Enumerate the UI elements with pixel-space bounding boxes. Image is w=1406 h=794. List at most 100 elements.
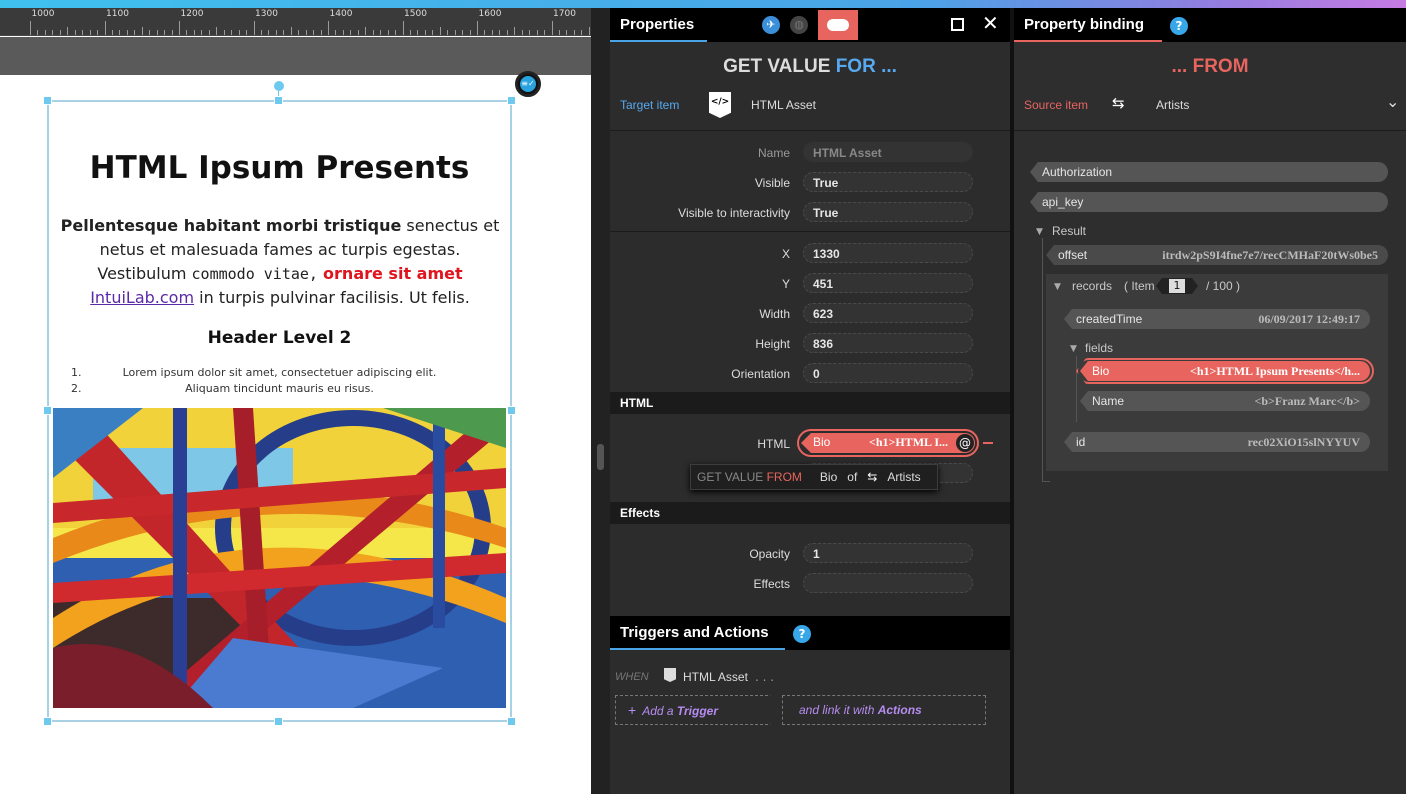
ruler-tick xyxy=(126,30,128,35)
rotation-handle[interactable] xyxy=(274,81,284,91)
y-field[interactable]: 451 xyxy=(803,273,973,293)
target-item-value[interactable]: HTML Asset xyxy=(751,98,816,112)
visible-interactivity-field[interactable]: True xyxy=(803,202,973,222)
binding-badge-icon[interactable]: ≡✓ xyxy=(515,71,541,97)
ruler-tick xyxy=(335,30,337,35)
tab-underline xyxy=(1014,40,1162,42)
tooltip-from: FROM xyxy=(766,470,802,484)
ruler-tick xyxy=(201,30,203,35)
html-label: HTML xyxy=(757,437,790,451)
ruler-tick xyxy=(216,27,218,35)
binding-item-createdtime[interactable]: createdTime 06/09/2017 12:49:17 xyxy=(1064,309,1370,329)
ruler-tick xyxy=(305,30,307,35)
unbind-dash-icon[interactable] xyxy=(983,442,993,444)
ruler-tick xyxy=(566,30,568,35)
ruler-tick xyxy=(424,30,426,35)
orientation-field[interactable]: 0 xyxy=(803,363,973,383)
resize-handle-sw[interactable] xyxy=(43,717,52,726)
title-prefix: GET VALUE xyxy=(723,56,836,77)
binding-item-value: <b>Franz Marc</b> xyxy=(1254,394,1360,408)
doc-para-red: ornare sit amet xyxy=(323,264,463,283)
resize-handle-w[interactable] xyxy=(43,406,52,415)
ruler-tick xyxy=(193,30,195,35)
html5-icon xyxy=(664,668,676,682)
doc-link[interactable]: IntuiLab.com xyxy=(90,288,194,307)
ruler-tick xyxy=(30,21,31,35)
panel-splitter[interactable] xyxy=(591,8,610,794)
binding-mode-button[interactable] xyxy=(818,10,858,40)
collapse-result-icon[interactable]: ▼ xyxy=(1036,227,1043,237)
ruler-tick xyxy=(417,30,419,35)
tab-property-binding[interactable]: Property binding xyxy=(1014,8,1144,42)
collapse-fields-icon[interactable]: ▼ xyxy=(1070,344,1077,354)
ruler-tick xyxy=(156,30,158,35)
ruler-label: 1300 xyxy=(255,9,278,19)
triggers-tabbar: Triggers and Actions ? xyxy=(610,616,1010,650)
resize-handle-ne[interactable] xyxy=(507,96,516,105)
name-field[interactable]: HTML Asset xyxy=(803,142,973,162)
ruler-tick xyxy=(208,30,210,35)
resize-handle-n[interactable] xyxy=(274,96,283,105)
add-trigger-text: Add a xyxy=(642,704,677,718)
binding-item-key: Name xyxy=(1092,394,1125,408)
width-field[interactable]: 623 xyxy=(803,303,973,323)
ruler-tick xyxy=(551,21,553,35)
ruler-tick xyxy=(454,30,456,35)
ruler-label: 1400 xyxy=(329,9,353,19)
source-item-value[interactable]: Artists xyxy=(1156,98,1189,112)
horizontal-ruler[interactable]: 1000 1100 1200 1300 1400 1500 1600 1700 xyxy=(0,8,591,36)
ruler-tick xyxy=(231,30,233,35)
binding-item-name[interactable]: Name <b>Franz Marc</b> xyxy=(1080,391,1370,411)
resize-handle-e[interactable] xyxy=(507,406,516,415)
resize-handle-se[interactable] xyxy=(507,717,516,726)
ruler-tick xyxy=(536,30,538,35)
html-asset-frame[interactable]: HTML Ipsum Presents Pellentesque habitan… xyxy=(47,100,512,722)
x-field[interactable]: 1330 xyxy=(803,243,973,263)
add-trigger-button[interactable]: + Add a Trigger xyxy=(615,695,778,725)
binding-item-id[interactable]: id rec02XiO15slNYYUV xyxy=(1064,432,1370,452)
resize-handle-nw[interactable] xyxy=(43,96,52,105)
list-item: 2. Aliquam tincidunt mauris eu risus. xyxy=(49,382,510,395)
binding-item-value: itrdw2pS9I4fne7e7/recCMHaF20tWs0be5 xyxy=(1162,248,1378,262)
tab-properties[interactable]: Properties xyxy=(610,8,694,42)
height-field[interactable]: 836 xyxy=(803,333,973,353)
design-canvas[interactable]: 1000 1100 1200 1300 1400 1500 1600 1700 ≡✓ HTML… xyxy=(0,8,591,794)
ruler-tick xyxy=(82,30,84,35)
html-binding-chip[interactable]: Bio <h1>HTML I... @ xyxy=(797,429,979,457)
ruler-tick xyxy=(67,27,69,35)
opacity-field[interactable]: 1 xyxy=(803,543,973,563)
link-actions-button[interactable]: and link it with Actions xyxy=(782,695,986,725)
spiral-icon[interactable]: @ xyxy=(956,434,974,452)
chevron-down-icon[interactable]: ⌄ xyxy=(1386,92,1399,111)
visible-field[interactable]: True xyxy=(803,172,973,192)
ruler-tick xyxy=(342,30,344,35)
binding-item-api-key[interactable]: api_key xyxy=(1030,192,1388,212)
ruler-tick xyxy=(365,27,367,35)
ruler-tick xyxy=(558,30,560,35)
globe-icon[interactable]: ◍ xyxy=(790,16,808,34)
binding-item-authorization[interactable]: Authorization xyxy=(1030,162,1388,182)
effects-section-header[interactable]: Effects xyxy=(610,502,1010,524)
interaction-mode-icon[interactable]: ✈ xyxy=(762,16,780,34)
effects-field[interactable] xyxy=(803,573,973,593)
when-more[interactable]: . . . xyxy=(755,670,774,684)
collapse-records-icon[interactable]: ▼ xyxy=(1054,282,1061,292)
help-icon[interactable]: ? xyxy=(793,625,811,643)
separator xyxy=(610,130,1010,131)
help-icon[interactable]: ? xyxy=(1170,17,1188,35)
ruler-tick xyxy=(395,30,397,35)
plus-icon: + xyxy=(628,702,637,718)
splitter-grip[interactable] xyxy=(597,444,604,470)
binding-item-value: rec02XiO15slNYYUV xyxy=(1247,435,1360,449)
maximize-icon[interactable] xyxy=(951,18,964,31)
tab-triggers-actions[interactable]: Triggers and Actions xyxy=(610,616,769,650)
binding-pill-icon xyxy=(827,19,849,31)
binding-item-offset[interactable]: offset itrdw2pS9I4fne7e7/recCMHaF20tWs0be… xyxy=(1046,245,1388,265)
ruler-tick xyxy=(149,30,151,35)
records-index-value[interactable]: 1 xyxy=(1169,279,1185,293)
ruler-label: 1100 xyxy=(106,9,129,19)
html-section-header[interactable]: HTML xyxy=(610,392,1010,414)
binding-item-bio[interactable]: Bio <h1>HTML Ipsum Presents</h... xyxy=(1080,361,1370,381)
close-icon[interactable]: ✕ xyxy=(982,11,999,35)
resize-handle-s[interactable] xyxy=(274,717,283,726)
